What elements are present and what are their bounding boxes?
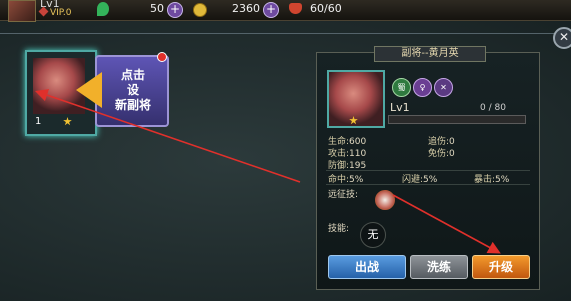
arrow-to-upgrade-button — [392, 194, 501, 254]
annotation-arrows — [34, 89, 501, 254]
arrow-to-hero-slot — [34, 89, 301, 183]
